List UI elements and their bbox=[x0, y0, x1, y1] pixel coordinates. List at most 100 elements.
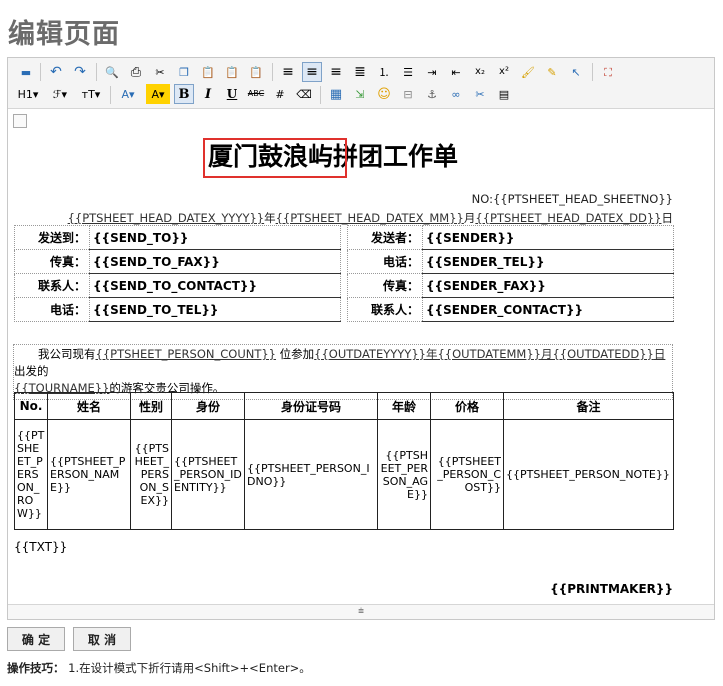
emoticon-icon[interactable]: ☺ bbox=[374, 84, 394, 104]
broken-image-icon bbox=[13, 114, 27, 128]
field-value[interactable]: {{SENDER_FAX}} bbox=[422, 273, 674, 298]
field-value[interactable]: {{SENDER}} bbox=[422, 225, 674, 250]
field-value[interactable]: {{SENDER_CONTACT}} bbox=[422, 297, 674, 322]
toolbar-separator bbox=[320, 86, 321, 104]
table-cell[interactable]: {{PTSHEET_PERSON_ROW}} bbox=[14, 419, 48, 530]
txt-placeholder: {{TXT}} bbox=[14, 540, 68, 554]
anchor-icon[interactable]: ⚓ bbox=[422, 84, 442, 104]
out-month-sep: 月 bbox=[540, 347, 553, 361]
table-cell[interactable]: {{PTSHEET_PERSON_IDNO}} bbox=[244, 419, 378, 530]
selection-highlight-box bbox=[203, 138, 347, 178]
out-day-sep: 日 bbox=[653, 347, 666, 361]
toolbar-separator bbox=[110, 86, 111, 104]
table-cell[interactable]: {{PTSHEET_PERSON_NOTE}} bbox=[503, 419, 674, 530]
special-char-icon[interactable]: # bbox=[270, 84, 290, 104]
column-header: No. bbox=[14, 392, 48, 420]
date-line: {{PTSHEET_HEAD_DATEX_YYYY}}年{{PTSHEET_HE… bbox=[68, 210, 673, 226]
fullscreen-icon[interactable]: ⛶ bbox=[598, 62, 618, 82]
copy-icon[interactable]: ❐ bbox=[174, 62, 194, 82]
undo-icon[interactable]: ↶ bbox=[46, 62, 66, 82]
outdent-icon[interactable]: ⇤ bbox=[446, 62, 466, 82]
cut-icon[interactable]: ✂ bbox=[150, 62, 170, 82]
cancel-button[interactable]: 取 消 bbox=[73, 627, 131, 651]
date-day-sep: 日 bbox=[661, 211, 674, 225]
format-painter-icon[interactable]: ✎ bbox=[542, 62, 562, 82]
bold-icon[interactable]: B bbox=[174, 84, 194, 104]
underline-icon[interactable]: U bbox=[222, 84, 242, 104]
rich-text-editor[interactable]: ▬ ↶ ↷ 🔍 ⎙ ✂ ❐ 📋 📋 📋 ≡ ≡ ≡ ≣ ⒈ ☰ ⇥ ⇤ x₂ x… bbox=[7, 57, 715, 620]
sheet-number: NO:{{PTSHEET_HEAD_SHEETNO}} bbox=[471, 192, 673, 206]
send-to-table: 发送到： {{SEND_TO}} 传真： {{SEND_TO_FAX}} 联系人：{… bbox=[14, 225, 341, 322]
redo-icon[interactable]: ↷ bbox=[70, 62, 90, 82]
table-row: 联系人： {{SENDER_CONTACT}} bbox=[347, 297, 674, 322]
highlight-color-icon[interactable]: A▾ bbox=[146, 84, 170, 104]
strikethrough-icon[interactable]: ABC bbox=[246, 84, 266, 104]
date-month: {{PTSHEET_HEAD_DATEX_MM}} bbox=[275, 211, 464, 225]
table-row: 传真： {{SENDER_FAX}} bbox=[347, 273, 674, 298]
paste-text-icon[interactable]: 📋 bbox=[222, 62, 242, 82]
paste-word-icon[interactable]: 📋 bbox=[246, 62, 266, 82]
table-icon[interactable]: ▦ bbox=[326, 84, 346, 104]
date-month-sep: 月 bbox=[463, 211, 476, 225]
table-cell[interactable]: {{PTSHEET_PERSON_NAME}} bbox=[47, 419, 131, 530]
field-label: 电话： bbox=[347, 249, 423, 274]
page-break-icon[interactable]: ⊟ bbox=[398, 84, 418, 104]
eraser-icon[interactable]: ⌫ bbox=[294, 84, 314, 104]
ordered-list-icon[interactable]: ⒈ bbox=[374, 62, 394, 82]
field-value[interactable]: {{SEND_TO_TEL}} bbox=[89, 297, 341, 322]
unlink-icon[interactable]: ✂ bbox=[470, 84, 490, 104]
font-color-icon[interactable]: A▾ bbox=[116, 84, 140, 104]
page-title: 编辑页面 bbox=[8, 19, 120, 50]
superscript-icon[interactable]: x² bbox=[494, 62, 514, 82]
column-header: 价格 bbox=[430, 392, 504, 420]
toolbar-separator bbox=[96, 63, 97, 81]
insert-row-icon[interactable]: ⇲ bbox=[350, 84, 370, 104]
template-icon[interactable]: ▤ bbox=[494, 84, 514, 104]
table-row: 发送到： {{SEND_TO}} bbox=[14, 225, 341, 250]
out-year-sep: 年 bbox=[425, 347, 438, 361]
subscript-icon[interactable]: x₂ bbox=[470, 62, 490, 82]
para-text: 我公司现有 bbox=[38, 347, 96, 361]
italic-icon[interactable]: I bbox=[198, 84, 218, 104]
printmaker-placeholder: {{PRINTMAKER}} bbox=[550, 582, 673, 596]
heading-dropdown[interactable]: H1▾ bbox=[14, 84, 42, 104]
table-row: 发送者： {{SENDER}} bbox=[347, 225, 674, 250]
align-right-icon[interactable]: ≡ bbox=[326, 62, 346, 82]
align-center-icon[interactable]: ≡ bbox=[302, 62, 322, 82]
field-value[interactable]: {{SEND_TO_FAX}} bbox=[89, 249, 341, 274]
align-justify-icon[interactable]: ≣ bbox=[350, 62, 370, 82]
font-size-dropdown[interactable]: тT▾ bbox=[78, 84, 104, 104]
table-header-row: No. 姓名 性别 身份 身份证号码 年龄 价格 备注 bbox=[14, 392, 674, 420]
table-row: 电话： {{SENDER_TEL}} bbox=[347, 249, 674, 274]
table-cell[interactable]: {{PTSHEET_PERSON_AGE}} bbox=[377, 419, 431, 530]
out-month: {{OUTDATEMM}} bbox=[437, 347, 541, 361]
date-year: {{PTSHEET_HEAD_DATEX_YYYY}} bbox=[67, 211, 265, 225]
field-value[interactable]: {{SEND_TO_CONTACT}} bbox=[89, 273, 341, 298]
print-icon[interactable]: ⎙ bbox=[126, 62, 146, 82]
table-cell[interactable]: {{PTSHEET_PERSON_SEX}} bbox=[130, 419, 172, 530]
select-pointer-icon[interactable]: ↖ bbox=[566, 62, 586, 82]
indent-icon[interactable]: ⇥ bbox=[422, 62, 442, 82]
resize-handle[interactable]: ⩧ bbox=[8, 604, 714, 619]
font-family-dropdown[interactable]: ℱ▾ bbox=[48, 84, 72, 104]
editor-content-area[interactable]: 厦门鼓浪屿拼团工作单 NO:{{PTSHEET_HEAD_SHEETNO}} {… bbox=[8, 109, 714, 604]
table-cell[interactable]: {{PTSHEET_PERSON_IDENTITY}} bbox=[171, 419, 245, 530]
clear-format-brush-icon[interactable]: 🖌 bbox=[518, 62, 538, 82]
column-header: 性别 bbox=[130, 392, 172, 420]
field-label: 传真： bbox=[14, 249, 90, 274]
insert-frame-icon[interactable]: ▬ bbox=[16, 62, 36, 82]
field-value[interactable]: {{SENDER_TEL}} bbox=[422, 249, 674, 274]
preview-icon[interactable]: 🔍 bbox=[102, 62, 122, 82]
column-header: 身份证号码 bbox=[244, 392, 378, 420]
align-left-icon[interactable]: ≡ bbox=[278, 62, 298, 82]
unordered-list-icon[interactable]: ☰ bbox=[398, 62, 418, 82]
confirm-button[interactable]: 确 定 bbox=[7, 627, 65, 651]
table-cell[interactable]: {{PTSHEET_PERSON_COST}} bbox=[430, 419, 504, 530]
paste-icon[interactable]: 📋 bbox=[198, 62, 218, 82]
sender-table: 发送者： {{SENDER}} 电话： {{SENDER_TEL}} 传真： {{SE… bbox=[347, 225, 674, 322]
field-label: 传真： bbox=[347, 273, 423, 298]
table-row: 传真： {{SEND_TO_FAX}} bbox=[14, 249, 341, 274]
column-header: 姓名 bbox=[47, 392, 131, 420]
link-icon[interactable]: ∞ bbox=[446, 84, 466, 104]
field-value[interactable]: {{SEND_TO}} bbox=[89, 225, 341, 250]
